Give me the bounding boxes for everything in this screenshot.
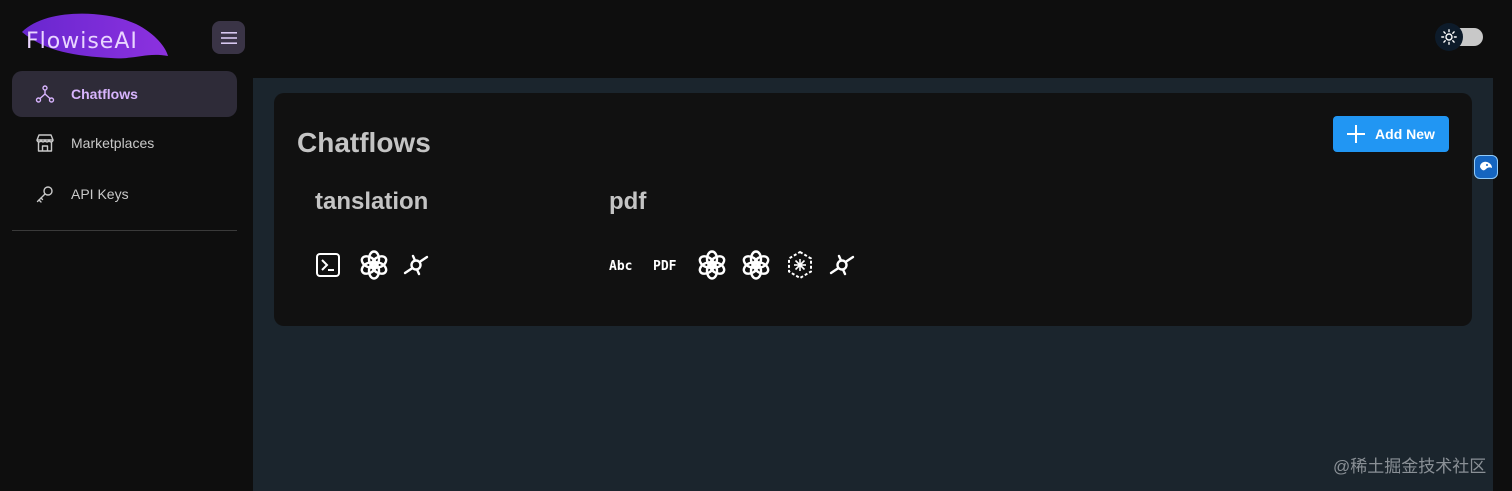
chatflow-node-icons: Abc PDF (609, 248, 873, 282)
key-icon (34, 183, 56, 205)
sidebar-item-marketplaces[interactable]: Marketplaces (12, 120, 237, 166)
chatflow-name: pdf (609, 188, 647, 215)
chatflow-tanslation[interactable]: tanslation (315, 188, 447, 282)
main-content: Chatflows Add New tanslation pdf Abc PDF (253, 78, 1493, 491)
sidebar-item-chatflows[interactable]: Chatflows (12, 71, 237, 117)
add-new-button[interactable]: Add New (1333, 116, 1449, 152)
sidebar-item-label: API Keys (71, 186, 129, 202)
watermark: @稀土掘金技术社区 (1333, 457, 1487, 476)
menu-toggle-button[interactable] (212, 21, 245, 54)
browser-extension-icon[interactable] (1474, 155, 1498, 179)
store-icon (34, 132, 56, 154)
hamburger-icon (220, 31, 237, 44)
sun-icon (1441, 29, 1457, 45)
text-splitter-icon: Abc (609, 248, 653, 282)
logo-text: FlowiseAI (26, 29, 138, 54)
chatflows-card: Chatflows Add New tanslation pdf Abc PDF (274, 93, 1472, 326)
chain-icon (829, 248, 873, 282)
openai-icon (741, 248, 785, 282)
svg-text:Abc: Abc (609, 259, 632, 274)
flowise-logo[interactable]: FlowiseAI (16, 12, 172, 64)
sidebar-item-label: Chatflows (71, 86, 138, 102)
sidebar-item-api-keys[interactable]: API Keys (12, 171, 237, 217)
page-title: Chatflows (297, 127, 431, 158)
openai-icon (697, 248, 741, 282)
terminal-icon (315, 248, 359, 282)
svg-text:PDF: PDF (653, 259, 677, 274)
chain-icon (403, 248, 447, 282)
extension-logo-icon (1480, 161, 1492, 171)
pdf-icon: PDF (653, 248, 697, 282)
add-new-label: Add New (1375, 126, 1435, 142)
hub-icon (34, 83, 56, 105)
sidebar: Chatflows Marketplaces API Keys (0, 71, 250, 491)
sidebar-item-label: Marketplaces (71, 135, 155, 151)
openai-icon (359, 248, 403, 282)
sidebar-divider (12, 230, 237, 231)
top-bar: FlowiseAI (0, 0, 1512, 76)
plus-icon (1347, 125, 1366, 143)
theme-toggle[interactable] (1435, 23, 1483, 51)
vectorstore-icon (785, 248, 829, 282)
chatflow-node-icons (315, 248, 447, 282)
chatflow-name: tanslation (315, 188, 429, 215)
chatflow-pdf[interactable]: pdf Abc PDF (609, 188, 873, 282)
theme-toggle-knob (1435, 23, 1463, 51)
